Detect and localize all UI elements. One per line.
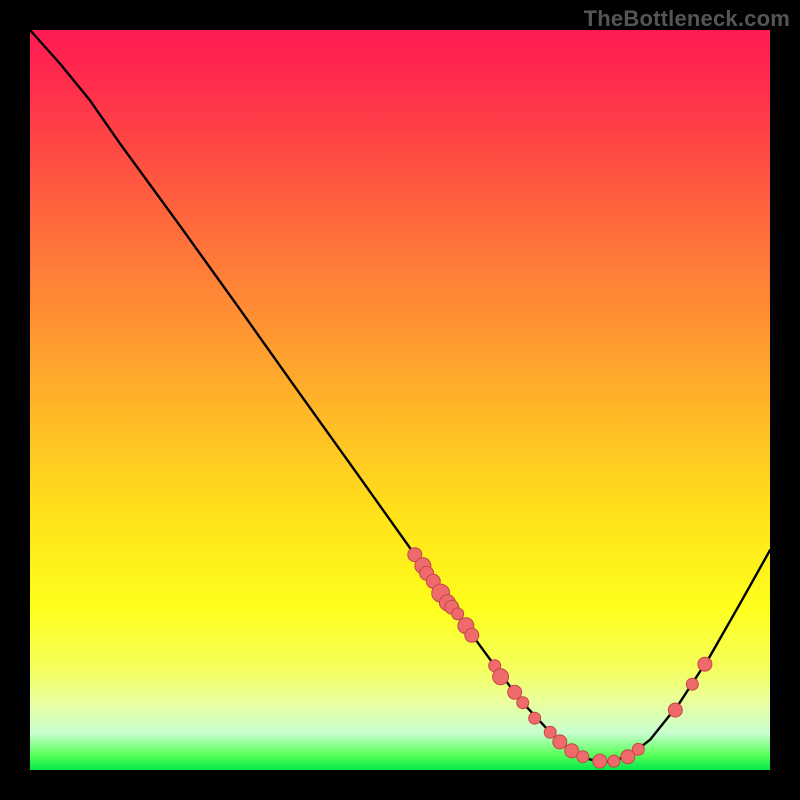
watermark-text: TheBottleneck.com: [584, 6, 790, 32]
chart-stage: TheBottleneck.com: [0, 0, 800, 800]
plot-background: [30, 30, 770, 770]
